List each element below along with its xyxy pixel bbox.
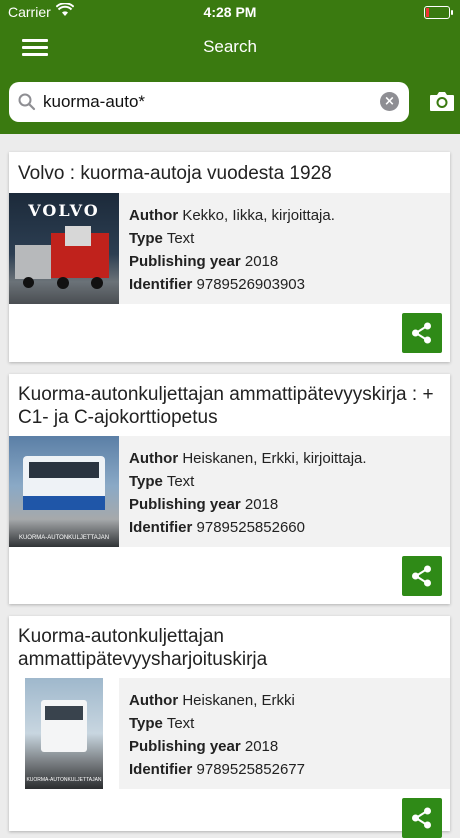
identifier-value: 9789525852660	[196, 519, 305, 536]
share-button[interactable]	[402, 556, 442, 596]
author-value: Kekko, Iikka, kirjoittaja.	[182, 207, 335, 224]
clear-icon[interactable]: ×	[380, 92, 399, 111]
author-value: Heiskanen, Erkki	[182, 692, 295, 709]
author-value: Heiskanen, Erkki, kirjoittaja.	[182, 450, 367, 467]
year-value: 2018	[244, 738, 279, 755]
book-cover: VOLVO	[9, 193, 119, 304]
search-input[interactable]: kuorma-auto* ×	[9, 82, 409, 122]
result-card[interactable]: Kuorma-autonkuljettajan ammattipätevyysk…	[9, 374, 450, 604]
type-value: Text	[166, 230, 195, 247]
result-card[interactable]: Kuorma-autonkuljettajan ammattipätevyysh…	[9, 616, 450, 838]
share-icon	[412, 565, 431, 587]
page-title: Search	[203, 37, 257, 56]
result-details: Author Heiskanen, Erkki, kirjoittaja. Ty…	[119, 436, 450, 547]
status-bar: Carrier 4:28 PM	[0, 0, 460, 24]
search-icon	[18, 93, 36, 116]
identifier-value: 9789525852677	[196, 761, 305, 778]
camera-icon[interactable]	[429, 90, 455, 112]
result-details: Author Kekko, Iikka, kirjoittaja. Type T…	[119, 193, 450, 304]
result-card[interactable]: Volvo : kuorma-autoja vuodesta 1928 VOLV…	[9, 152, 450, 362]
battery-icon	[424, 6, 453, 19]
result-title[interactable]: Kuorma-autonkuljettajan ammattipätevyysk…	[18, 383, 443, 429]
book-cover: KUORMA-AUTONKULJETTAJAN	[25, 678, 103, 789]
status-time: 4:28 PM	[203, 4, 257, 20]
cover-title: VOLVO	[28, 201, 100, 220]
year-value: 2018	[244, 496, 279, 513]
share-button[interactable]	[402, 798, 442, 838]
share-icon	[412, 322, 431, 344]
identifier-value: 9789526903903	[196, 276, 305, 293]
result-title[interactable]: Kuorma-autonkuljettajan ammattipätevyysh…	[18, 625, 318, 671]
result-details: Author Heiskanen, Erkki Type Text Publis…	[119, 678, 450, 789]
share-button[interactable]	[402, 313, 442, 353]
type-value: Text	[166, 473, 195, 490]
book-cover: KUORMA-AUTONKULJETTAJAN	[9, 436, 119, 547]
app-header: Carrier 4:28 PM Search kuorma-auto* ×	[0, 0, 460, 134]
cover-title: KUORMA-AUTONKULJETTAJAN	[18, 535, 110, 541]
type-value: Text	[166, 715, 195, 732]
cover-title: KUORMA-AUTONKULJETTAJAN	[26, 777, 102, 783]
year-value: 2018	[244, 253, 279, 270]
share-icon	[412, 807, 431, 829]
result-title[interactable]: Volvo : kuorma-autoja vuodesta 1928	[18, 162, 332, 185]
search-query[interactable]: kuorma-auto*	[43, 92, 145, 112]
